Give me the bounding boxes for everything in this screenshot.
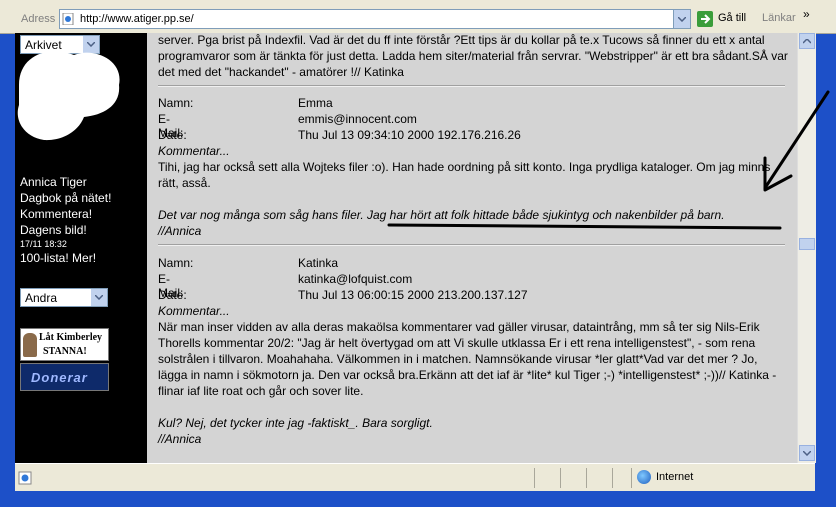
address-label: Adress [21, 13, 56, 25]
page-icon [18, 471, 32, 485]
go-label: Gå till [718, 12, 747, 24]
chevron-down-icon [678, 16, 686, 22]
date-value: Thu Jul 13 09:34:10 2000 192.176.216.26 [298, 128, 521, 142]
date-value: Thu Jul 13 06:00:15 2000 213.200.137.127 [298, 288, 528, 302]
status-separator [560, 468, 561, 488]
address-url: http://www.atiger.pp.se/ [80, 13, 194, 25]
nav-100-lista[interactable]: 100-lista! Mer! [20, 250, 111, 266]
banner-line-2: STANNA! [43, 346, 87, 357]
nav-dagbok[interactable]: Dagbok på nätet! [20, 190, 111, 206]
nav-dagens-bild[interactable]: Dagens bild! [20, 222, 111, 238]
banner-line-1: Låt Kimberley [39, 332, 103, 343]
go-button[interactable]: Gå till [697, 10, 755, 28]
email-link[interactable]: katinka@lofquist.com [298, 272, 412, 286]
reply-signature: //Annica [158, 224, 202, 238]
guestbook-content: server. Pga brist på Indexfil. Vad är de… [147, 33, 797, 463]
kommentar-label: Kommentar... [158, 144, 230, 158]
date-label: Date: [158, 128, 187, 142]
donate-banner-text: Donerar [31, 370, 88, 385]
nav-annica-tiger[interactable]: Annica Tiger [20, 174, 111, 190]
other-select-value: Andra [25, 291, 58, 305]
chevron-up-icon [803, 38, 811, 44]
reply-text: Kul? Nej, det tycker inte jag -faktiskt_… [158, 416, 433, 430]
zone-label: Internet [656, 471, 694, 483]
links-toolbar[interactable]: Länkar [762, 12, 796, 24]
status-separator [612, 468, 613, 488]
go-arrow-icon [697, 11, 713, 27]
kimberley-banner[interactable]: Låt Kimberley STANNA! [20, 328, 109, 361]
address-dropdown-button[interactable] [673, 10, 690, 28]
email-link[interactable]: emmis@innocent.com [298, 112, 417, 126]
toolbar-overflow-chevron[interactable]: » [803, 7, 810, 21]
scroll-thumb[interactable] [799, 238, 815, 250]
intro-text: server. Pga brist på Indexfil. Vad är de… [158, 33, 788, 79]
ie-page-icon [62, 13, 74, 25]
scroll-up-button[interactable] [799, 33, 815, 49]
address-bar: Adress http://www.atiger.pp.se/ Gå till … [0, 0, 836, 34]
sidebar: Arkivet Annica Tiger Dagbok på nätet! Ko… [15, 33, 147, 463]
divider [158, 244, 785, 246]
status-separator [631, 468, 632, 488]
name-label: Namn: [158, 96, 194, 110]
sidebar-nav: Annica Tiger Dagbok på nätet! Kommentera… [20, 174, 111, 266]
name-label: Namn: [158, 256, 194, 270]
name-value: Katinka [298, 256, 339, 270]
kommentar-label: Kommentar... [158, 304, 230, 318]
status-bar: Internet [15, 463, 815, 491]
name-value: Emma [298, 96, 333, 110]
nav-kommentera[interactable]: Kommentera! [20, 206, 111, 222]
avatar-blur [17, 51, 120, 141]
divider [158, 85, 785, 87]
vertical-scrollbar[interactable] [797, 33, 816, 463]
person-figure-icon [23, 333, 37, 357]
security-zone[interactable]: Internet [637, 470, 693, 484]
globe-icon [637, 470, 651, 484]
reply-text: Det var nog många som såg hans filer. Ja… [158, 208, 725, 222]
comment-body: När man inser vidden av alla deras makaö… [158, 320, 777, 398]
scroll-down-button[interactable] [799, 445, 815, 461]
donate-banner[interactable]: Donerar [20, 363, 109, 391]
nav-last-updated: 17/11 18:32 [20, 239, 67, 249]
comment-body: Tihi, jag har också sett alla Wojteks fi… [158, 160, 771, 190]
reply-signature: //Annica [158, 432, 202, 446]
chevron-down-icon[interactable] [91, 289, 107, 306]
status-separator [586, 468, 587, 488]
chevron-down-icon [803, 450, 811, 456]
status-separator [534, 468, 535, 488]
address-input[interactable]: http://www.atiger.pp.se/ [59, 9, 691, 29]
date-label: Date: [158, 288, 187, 302]
other-select[interactable]: Andra [20, 288, 108, 307]
